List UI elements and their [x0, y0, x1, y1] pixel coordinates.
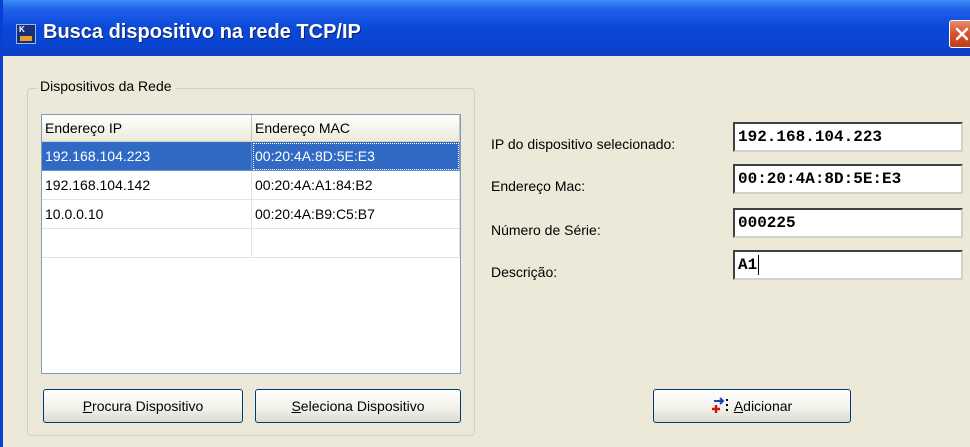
table-row[interactable]	[42, 229, 460, 258]
window-title: Busca dispositivo na rede TCP/IP	[43, 21, 361, 43]
row-ip: 192.168.104.223	[42, 142, 252, 171]
row-ip: 10.0.0.10	[42, 200, 252, 229]
title-bar[interactable]: Busca dispositivo na rede TCP/IP	[3, 0, 970, 56]
app-icon[interactable]	[16, 24, 36, 44]
description-value: A1	[738, 256, 758, 274]
dialog-window: Busca dispositivo na rede TCP/IP Disposi…	[0, 0, 970, 447]
ip-field[interactable]: 192.168.104.223	[733, 122, 963, 152]
column-header-mac[interactable]: Endereço MAC	[252, 115, 460, 141]
row-mac	[252, 229, 460, 258]
description-field[interactable]: A1	[733, 250, 963, 280]
devices-list[interactable]: Endereço IP Endereço MAC 192.168.104.223…	[41, 114, 461, 374]
button-label: dicionar	[743, 398, 793, 414]
close-icon	[955, 27, 969, 41]
select-device-button[interactable]: Seleciona Dispositivo	[255, 389, 461, 423]
table-row[interactable]: 192.168.104.223 00:20:4A:8D:5E:E3	[42, 142, 460, 171]
devices-group-label: Dispositivos da Rede	[37, 78, 175, 94]
row-mac: 00:20:4A:B9:C5:B7	[252, 200, 460, 229]
row-ip: 192.168.104.142	[42, 171, 252, 200]
mac-label: Endereço Mac:	[491, 178, 586, 194]
search-device-button[interactable]: Procura Dispositivo	[43, 389, 243, 423]
list-header: Endereço IP Endereço MAC	[42, 115, 460, 142]
button-label: rocura Dispositivo	[92, 398, 204, 414]
row-mac: 00:20:4A:8D:5E:E3	[252, 142, 460, 171]
serial-label: Número de Série:	[491, 222, 601, 238]
ip-label: IP do dispositivo selecionado:	[491, 136, 676, 152]
table-row[interactable]: 192.168.104.142 00:20:4A:A1:84:B2	[42, 171, 460, 200]
add-button[interactable]: Adicionar	[653, 389, 851, 423]
table-row[interactable]: 10.0.0.10 00:20:4A:B9:C5:B7	[42, 200, 460, 229]
close-button[interactable]	[949, 20, 970, 48]
row-mac: 00:20:4A:A1:84:B2	[252, 171, 460, 200]
add-device-icon	[711, 397, 728, 413]
mnemonic: P	[82, 398, 93, 414]
mnemonic: A	[733, 398, 744, 414]
column-header-ip[interactable]: Endereço IP	[42, 115, 252, 141]
button-label: eleciona Dispositivo	[300, 398, 425, 414]
row-ip	[42, 229, 252, 258]
serial-field[interactable]: 000225	[733, 208, 963, 238]
description-label: Descrição:	[491, 264, 558, 280]
mac-field[interactable]: 00:20:4A:8D:5E:E3	[733, 164, 963, 194]
mnemonic: S	[291, 398, 301, 414]
text-cursor	[758, 254, 760, 275]
